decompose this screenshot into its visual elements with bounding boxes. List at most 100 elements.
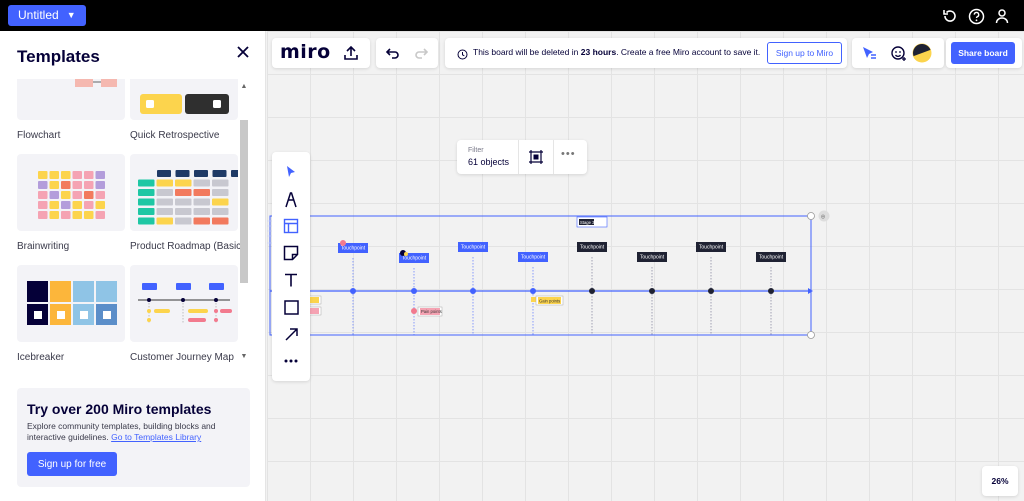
history-icon[interactable]	[940, 6, 960, 26]
customer-journey-map-thumbnail	[130, 265, 238, 342]
templates-tool-icon[interactable]	[281, 216, 301, 236]
touchpoint-card[interactable]: Touchpoint	[696, 242, 726, 252]
template-label: Product Roadmap (Basic)	[130, 241, 245, 252]
touchpoint-label: Touchpoint	[341, 246, 366, 252]
timeline-node[interactable]	[530, 288, 536, 294]
gain-point-dot	[531, 297, 536, 302]
text-tool-icon[interactable]	[281, 270, 301, 290]
notice-hours: 23 hours	[580, 47, 617, 57]
timeline-node[interactable]	[768, 288, 774, 294]
sign-up-to-miro-button[interactable]: Sign up to Miro	[767, 42, 842, 64]
icebreaker-thumbnail	[17, 265, 125, 342]
user-icon[interactable]	[992, 6, 1012, 26]
share-panel: Share board	[946, 38, 1022, 68]
templates-promo: Try over 200 Miro templates Explore comm…	[17, 388, 250, 487]
template-list: Flowchart Quick Retrospective Brainwriti…	[0, 79, 252, 364]
selection-frame[interactable]	[269, 215, 812, 336]
sidebar-title: Templates	[17, 47, 100, 66]
notice-suffix: . Create a free Miro account to save it.	[616, 47, 761, 57]
chevron-down-icon: ▼	[66, 10, 76, 20]
redo-icon[interactable]	[413, 44, 431, 62]
template-flowchart[interactable]: Flowchart	[17, 79, 125, 141]
resize-handle[interactable]	[807, 331, 815, 339]
clock-icon	[457, 47, 468, 60]
stage-label-text: Stage 3	[580, 220, 595, 225]
more-tools-icon[interactable]	[281, 351, 301, 371]
brainwriting-thumbnail	[17, 154, 125, 231]
template-product-roadmap[interactable]: Product Roadmap (Basic)	[130, 154, 245, 252]
timeline-node[interactable]	[470, 288, 476, 294]
board-name-button[interactable]: Untitled ▼	[8, 5, 86, 26]
sticky-note-icon[interactable]	[281, 243, 301, 263]
resize-handle[interactable]	[807, 212, 815, 220]
sign-up-free-button[interactable]: Sign up for free	[27, 452, 117, 476]
template-label: Quick Retrospective	[130, 130, 220, 141]
touchpoint-card[interactable]: Touchpoint	[458, 242, 488, 252]
template-label: Flowchart	[17, 130, 61, 141]
touchpoint-label: Touchpoint	[640, 255, 665, 261]
template-label: Brainwriting	[17, 241, 70, 252]
promo-title: Try over 200 Miro templates	[27, 401, 212, 417]
frame-icon[interactable]	[528, 149, 544, 165]
timeline-node[interactable]	[350, 288, 356, 294]
logo-panel: miro	[272, 38, 370, 68]
more-options-icon[interactable]: •••	[561, 148, 576, 160]
upload-icon[interactable]	[342, 44, 360, 62]
template-brainwriting[interactable]: Brainwriting	[17, 154, 125, 252]
close-icon[interactable]	[235, 44, 251, 60]
avatar[interactable]	[912, 43, 932, 63]
promo-text: Explore community templates, building bl…	[27, 421, 242, 443]
scroll-up-icon[interactable]: ▲	[240, 83, 248, 91]
template-quick-retrospective[interactable]: Quick Retrospective	[130, 79, 238, 141]
help-icon[interactable]	[966, 6, 986, 26]
timeline-node[interactable]	[411, 288, 417, 294]
top-bar: Untitled ▼	[0, 0, 1024, 31]
undo-redo-panel	[376, 38, 438, 68]
touchpoint-label: Touchpoint	[402, 256, 427, 262]
templates-library-link[interactable]: Go to Templates Library	[111, 432, 201, 442]
touchpoint-card[interactable]: Touchpoint	[577, 242, 607, 252]
touchpoint-label: Touchpoint	[759, 255, 784, 261]
filter-count[interactable]: 61 objects	[468, 157, 509, 167]
filter-popup: Filter 61 objects •••	[457, 140, 587, 174]
timeline-node[interactable]	[589, 288, 595, 294]
touchpoint-card[interactable]: Touchpoint	[518, 252, 548, 262]
miro-logo[interactable]: miro	[280, 41, 331, 63]
sidebar-scrollbar[interactable]: ▲ ▼	[238, 83, 248, 363]
select-tool-icon[interactable]	[281, 162, 301, 182]
template-label: Customer Journey Map	[130, 352, 234, 363]
touchpoint-card[interactable]: Touchpoint	[756, 252, 786, 262]
connector-tool-icon[interactable]	[281, 324, 301, 344]
quick-retrospective-thumbnail	[130, 79, 238, 120]
shape-tool-icon[interactable]	[281, 297, 301, 317]
cursor-visibility-icon[interactable]	[861, 45, 877, 61]
product-roadmap-thumbnail	[130, 154, 238, 231]
timeline-node[interactable]	[649, 288, 655, 294]
collaboration-panel	[852, 38, 944, 68]
customer-journey-diagram[interactable]: ⊕ Stage 3 Touchpoint Touchpoint Touchpoint…	[267, 31, 1024, 501]
zoom-level[interactable]: 26%	[982, 466, 1018, 496]
timeline-node[interactable]	[708, 288, 714, 294]
touchpoint-card[interactable]: Touchpoint	[637, 252, 667, 262]
flowchart-thumbnail	[17, 79, 125, 120]
notice-text: This board will be deleted in 23 hours. …	[473, 47, 760, 57]
touchpoint-label: Touchpoint	[461, 245, 486, 251]
add-reaction-icon[interactable]	[890, 44, 908, 62]
undo-icon[interactable]	[383, 44, 401, 62]
divider	[553, 140, 554, 174]
filter-label[interactable]: Filter	[468, 147, 484, 154]
pain-point-dot	[411, 308, 417, 314]
touchpoint-label: Touchpoint	[521, 255, 546, 261]
svg-text:⊕: ⊕	[821, 215, 826, 221]
deletion-notice: This board will be deleted in 23 hours. …	[445, 38, 847, 68]
share-board-button[interactable]: Share board	[951, 42, 1015, 64]
template-label: Icebreaker	[17, 352, 65, 363]
scroll-down-icon[interactable]: ▼	[240, 353, 248, 361]
scrollbar-thumb[interactable]	[240, 120, 248, 283]
tools-toolbar	[272, 152, 310, 381]
touchpoint-label: Touchpoint	[580, 245, 605, 251]
gain-points-text: Gain points	[539, 299, 560, 304]
template-icebreaker[interactable]: Icebreaker	[17, 265, 125, 363]
template-customer-journey-map[interactable]: Customer Journey Map	[130, 265, 238, 363]
pen-tool-icon[interactable]	[281, 189, 301, 209]
